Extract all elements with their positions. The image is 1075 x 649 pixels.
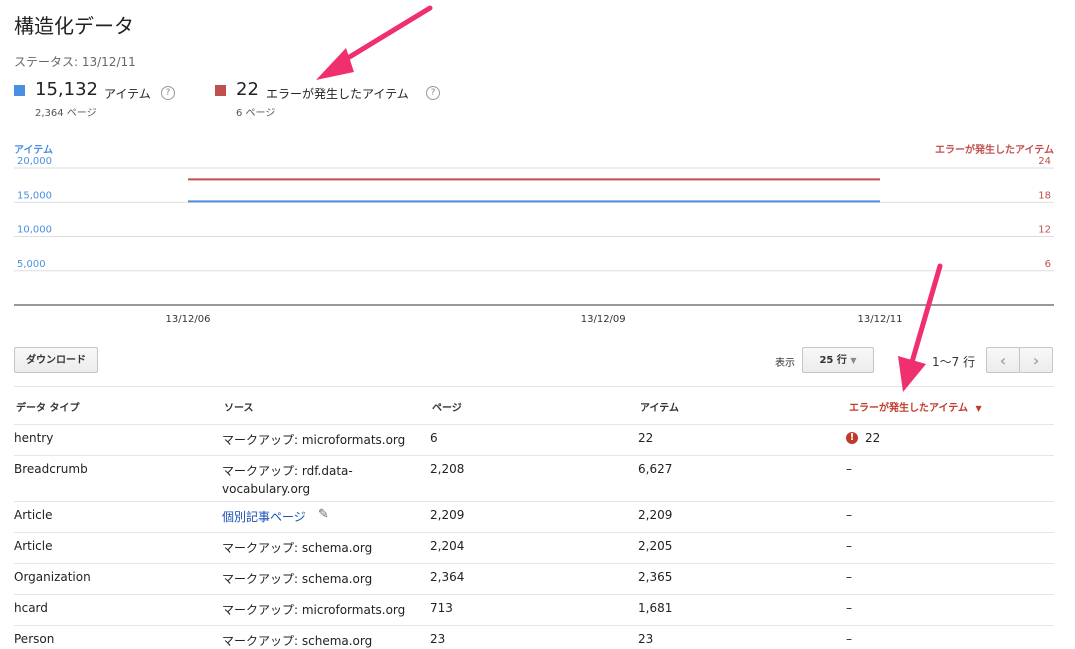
column-header-error-items-label: エラーが発生したアイテム	[849, 403, 968, 414]
cell-data-type: Breadcrumb	[14, 462, 88, 476]
chart-left-tick-label: 10,000	[17, 225, 52, 236]
chart-right-tick-label: 18	[1038, 190, 1051, 201]
cell-items: 1,681	[638, 601, 673, 615]
chevron-left-icon: ‹	[999, 351, 1007, 370]
items-pages: 2,364 ページ	[35, 108, 97, 119]
download-button[interactable]: ダウンロード	[14, 347, 98, 373]
cell-source: vocabulary.org	[222, 482, 311, 496]
source-link[interactable]: 個別記事ページ	[222, 508, 306, 525]
annotation-arrow-icon	[316, 5, 433, 80]
table-row-divider	[14, 501, 1054, 502]
column-header-source[interactable]: ソース	[224, 399, 254, 414]
cell-error-items: –	[846, 601, 852, 615]
column-header-data-type[interactable]: データ タイプ	[16, 399, 79, 414]
pagination-text: 1〜7 行	[932, 355, 976, 369]
chart-left-tick-label: 15,000	[17, 190, 52, 201]
cell-data-type: Person	[14, 632, 55, 646]
cell-pages: 2,208	[430, 462, 465, 476]
error-icon: !	[846, 432, 858, 444]
cell-pages: 23	[430, 632, 446, 646]
cell-pages: 713	[430, 601, 453, 615]
rows-select-value: 25 行	[819, 355, 847, 366]
page-title: 構造化データ	[14, 14, 134, 38]
chevron-right-icon: ›	[1032, 351, 1040, 370]
table-row-divider	[14, 455, 1054, 456]
cell-source: マークアップ: schema.org	[222, 572, 373, 586]
table-row-divider	[14, 625, 1054, 626]
column-header-items[interactable]: アイテム	[640, 399, 679, 414]
cell-source: マークアップ: rdf.data-	[222, 464, 353, 478]
cell-source: マークアップ: schema.org	[222, 634, 373, 648]
errors-count: 22	[236, 79, 259, 100]
table-header-divider	[14, 424, 1054, 425]
cell-pages: 2,204	[430, 539, 465, 553]
prev-page-button[interactable]: ‹	[986, 347, 1020, 373]
table-row-divider	[14, 532, 1054, 533]
cell-pages: 2,364	[430, 570, 465, 584]
next-page-button[interactable]: ›	[1019, 347, 1053, 373]
sort-desc-icon: ▼	[975, 404, 982, 413]
cell-data-type: hentry	[14, 431, 54, 445]
column-header-error-items[interactable]: エラーが発生したアイテム ▼	[849, 399, 982, 414]
table-row-divider	[14, 563, 1054, 564]
table-top-divider	[14, 386, 1054, 387]
cell-data-type: Article	[14, 539, 53, 553]
cell-data-type: Article	[14, 508, 53, 522]
table-row-divider	[14, 594, 1054, 595]
cell-pages: 2,209	[430, 508, 465, 522]
rows-per-page-select[interactable]: 25 行 ▼	[802, 347, 874, 373]
edit-pencil-icon[interactable]: ✎	[318, 507, 329, 522]
errors-help-icon[interactable]: ?	[426, 86, 440, 100]
chart-left-tick-label: 20,000	[17, 156, 52, 167]
chart-right-tick-label: 6	[1045, 259, 1051, 270]
items-help-icon[interactable]: ?	[161, 86, 175, 100]
errors-label: エラーが発生したアイテム	[266, 87, 409, 101]
cell-items: 23	[638, 632, 654, 646]
chart-x-tick-label: 13/12/11	[858, 314, 903, 325]
errors-legend-swatch	[215, 85, 226, 96]
cell-error-items: –	[846, 462, 852, 476]
cell-error-items: –	[846, 508, 852, 522]
chart-left-tick-label: 5,000	[17, 259, 46, 270]
chart-right-axis-label: エラーが発生したアイテム	[935, 145, 1054, 156]
cell-error-items: –	[846, 570, 852, 584]
cell-source: マークアップ: microformats.org	[222, 603, 406, 617]
cell-error-items: –	[846, 539, 852, 553]
chart-left-axis-label: アイテム	[14, 145, 53, 156]
chart-right-tick-label: 24	[1038, 156, 1051, 167]
chart-x-tick-label: 13/12/06	[166, 314, 211, 325]
items-label: アイテム	[104, 87, 151, 101]
cell-source: マークアップ: microformats.org	[222, 433, 406, 447]
cell-items: 2,365	[638, 570, 673, 584]
cell-items: 6,627	[638, 462, 673, 476]
chart-x-tick-label: 13/12/09	[581, 314, 626, 325]
cell-error-items: 22	[865, 431, 881, 445]
chevron-down-icon: ▼	[850, 356, 857, 365]
cell-data-type: hcard	[14, 601, 48, 615]
cell-source: マークアップ: schema.org	[222, 541, 373, 555]
items-count: 15,132	[35, 79, 98, 100]
cell-error-items: –	[846, 632, 852, 646]
items-chart: 20,000 15,000 10,000 5,000 24 18 12 6 13/12/06 13…	[14, 156, 1054, 325]
cell-items: 22	[638, 431, 654, 445]
status-text: ステータス: 13/12/11	[14, 55, 136, 69]
column-header-pages[interactable]: ページ	[432, 399, 462, 414]
errors-pages: 6 ページ	[236, 108, 276, 119]
items-legend-swatch	[14, 85, 25, 96]
chart-right-tick-label: 12	[1038, 225, 1051, 236]
cell-items: 2,209	[638, 508, 673, 522]
cell-pages: 6	[430, 431, 438, 445]
rows-select-label: 表示	[775, 358, 795, 369]
cell-data-type: Organization	[14, 570, 91, 584]
cell-items: 2,205	[638, 539, 673, 553]
